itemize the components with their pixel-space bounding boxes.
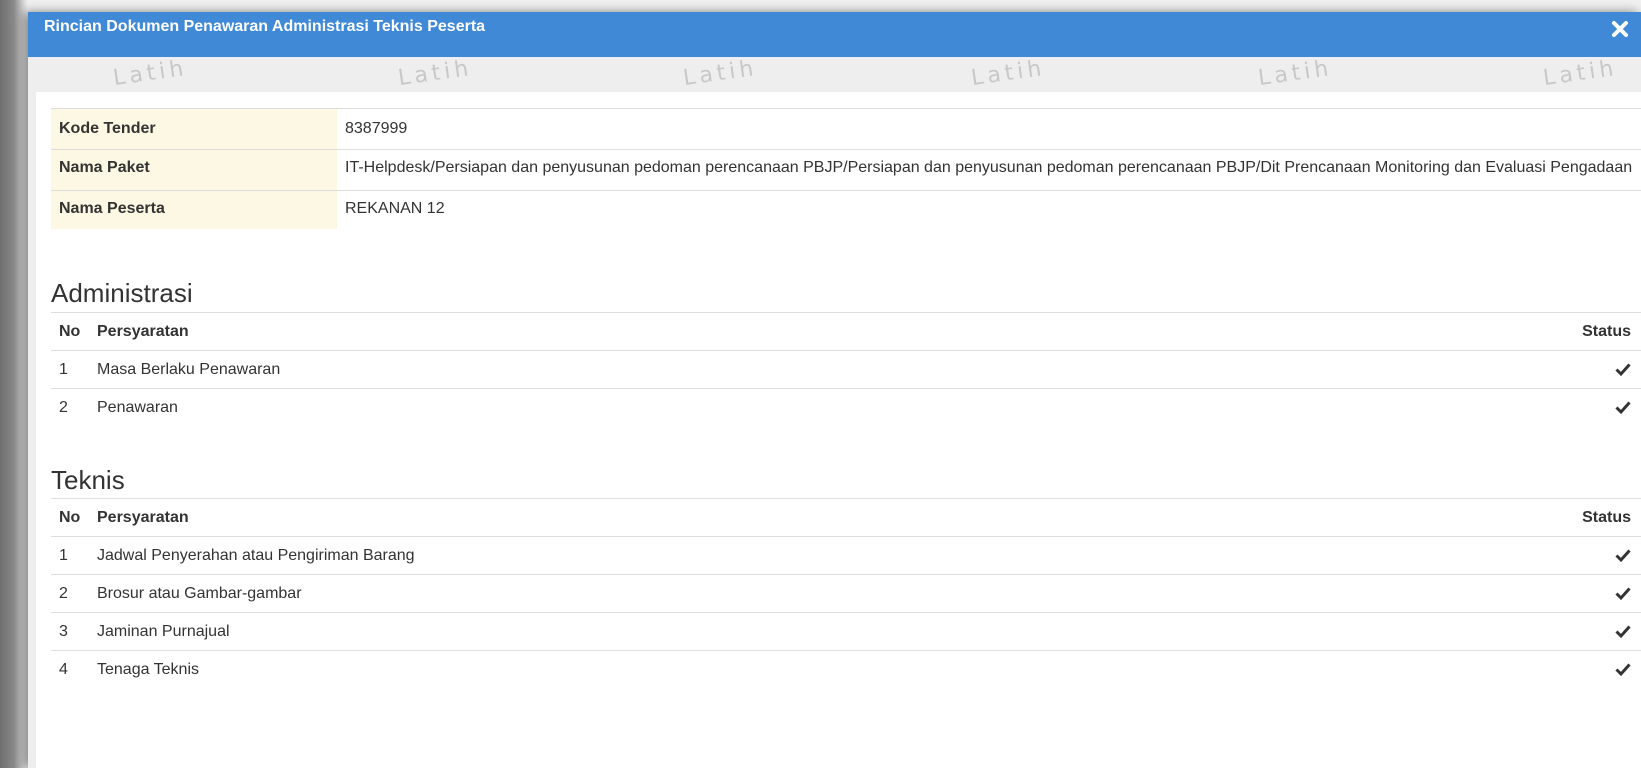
- column-header-no: No: [51, 312, 89, 351]
- check-icon: [1615, 623, 1631, 639]
- column-header-no: No: [51, 498, 89, 537]
- requirement-name: Jaminan Purnajual: [89, 612, 1563, 651]
- table-header-row: No Persyaratan Status: [51, 498, 1641, 537]
- status-cell: [1563, 388, 1641, 426]
- watermark-text: Latih: [1256, 57, 1334, 92]
- section-title-teknis: Teknis: [51, 465, 125, 495]
- info-row-nama-paket: Nama Paket IT-Helpdesk/Persiapan dan pen…: [51, 149, 1641, 191]
- status-cell: [1563, 612, 1641, 651]
- section-title-administrasi: Administrasi: [51, 278, 193, 308]
- modal-header: Rincian Dokumen Penawaran Administrasi T…: [28, 12, 1641, 57]
- tender-info-table: Kode Tender 8387999 Nama Paket IT-Helpde…: [51, 108, 1641, 229]
- check-icon: [1615, 361, 1631, 377]
- table-header-row: No Persyaratan Status: [51, 312, 1641, 351]
- close-icon[interactable]: [1609, 18, 1631, 40]
- column-header-persyaratan: Persyaratan: [89, 312, 1563, 351]
- status-cell: [1563, 574, 1641, 613]
- requirement-name: Penawaran: [89, 388, 1563, 426]
- row-number: 1: [51, 350, 89, 389]
- info-value: IT-Helpdesk/Persiapan dan penyusunan ped…: [337, 149, 1641, 191]
- table-row: 1 Masa Berlaku Penawaran: [51, 350, 1641, 389]
- watermark-text: Latih: [396, 57, 474, 92]
- requirement-name: Masa Berlaku Penawaran: [89, 350, 1563, 389]
- info-row-kode-tender: Kode Tender 8387999: [51, 108, 1641, 150]
- info-value: 8387999: [337, 108, 1641, 150]
- document-detail-modal: Rincian Dokumen Penawaran Administrasi T…: [28, 12, 1641, 768]
- status-cell: [1563, 536, 1641, 575]
- watermark-text: Latih: [681, 57, 759, 92]
- info-label: Nama Paket: [51, 149, 337, 191]
- table-row: 2 Brosur atau Gambar-gambar: [51, 574, 1641, 613]
- check-icon: [1615, 547, 1631, 563]
- status-cell: [1563, 650, 1641, 688]
- administrasi-table: No Persyaratan Status 1 Masa Berlaku Pen…: [51, 312, 1641, 426]
- row-number: 2: [51, 574, 89, 613]
- check-icon: [1615, 399, 1631, 415]
- table-row: 3 Jaminan Purnajual: [51, 612, 1641, 651]
- column-header-status: Status: [1563, 498, 1641, 537]
- requirement-name: Tenaga Teknis: [89, 650, 1563, 688]
- modal-title: Rincian Dokumen Penawaran Administrasi T…: [44, 18, 486, 35]
- check-icon: [1615, 585, 1631, 601]
- row-number: 3: [51, 612, 89, 651]
- requirement-name: Jadwal Penyerahan atau Pengiriman Barang: [89, 536, 1563, 575]
- watermark-text: Latih: [111, 57, 189, 92]
- row-number: 4: [51, 650, 89, 688]
- check-icon: [1615, 661, 1631, 677]
- table-row: 2 Penawaran: [51, 388, 1641, 426]
- info-label: Nama Peserta: [51, 190, 337, 229]
- table-row: 1 Jadwal Penyerahan atau Pengiriman Bara…: [51, 536, 1641, 575]
- row-number: 2: [51, 388, 89, 426]
- status-cell: [1563, 350, 1641, 389]
- requirement-name: Brosur atau Gambar-gambar: [89, 574, 1563, 613]
- modal-body: Kode Tender 8387999 Nama Paket IT-Helpde…: [36, 92, 1641, 768]
- info-row-nama-peserta: Nama Peserta REKANAN 12: [51, 190, 1641, 229]
- column-header-status: Status: [1563, 312, 1641, 351]
- watermark-strip: Latih Latih Latih Latih Latih Latih: [28, 57, 1641, 97]
- column-header-persyaratan: Persyaratan: [89, 498, 1563, 537]
- watermark-text: Latih: [969, 57, 1047, 92]
- table-row: 4 Tenaga Teknis: [51, 650, 1641, 688]
- teknis-table: No Persyaratan Status 1 Jadwal Penyeraha…: [51, 498, 1641, 688]
- watermark-text: Latih: [1541, 57, 1619, 92]
- info-value: REKANAN 12: [337, 190, 1641, 229]
- row-number: 1: [51, 536, 89, 575]
- info-label: Kode Tender: [51, 108, 337, 150]
